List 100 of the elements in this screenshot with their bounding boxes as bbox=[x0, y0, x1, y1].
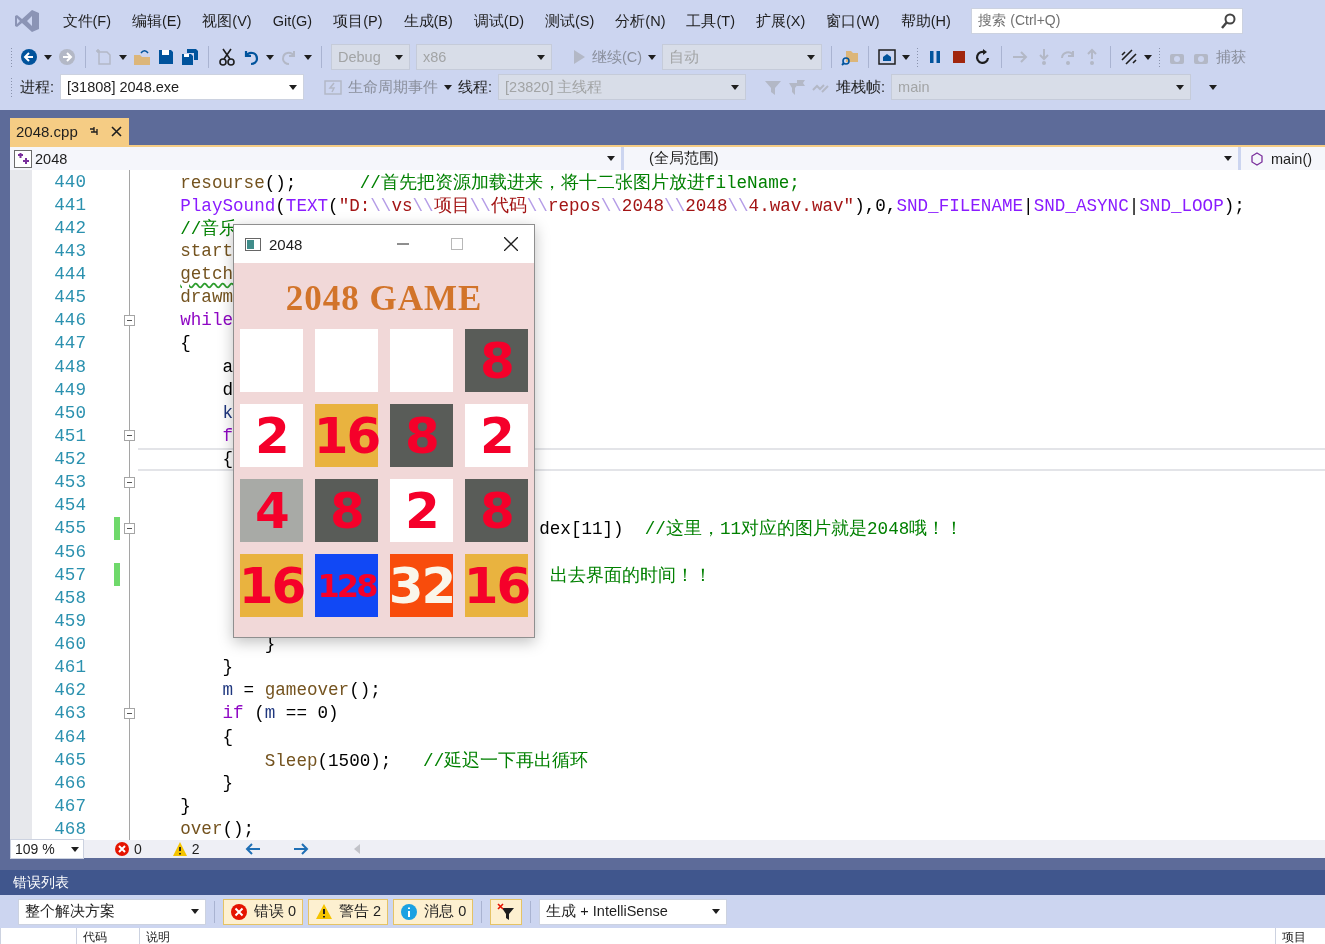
game-title: 2048 GAME bbox=[284, 279, 484, 319]
info-icon bbox=[400, 902, 419, 921]
filter-toggle[interactable]: 消息 0 bbox=[393, 898, 474, 925]
warning-icon bbox=[315, 902, 334, 921]
forward-arrow-icon[interactable] bbox=[291, 841, 310, 857]
maximize-icon bbox=[451, 238, 463, 250]
column-header[interactable]: 项目 bbox=[1275, 928, 1325, 944]
line-number: 444 bbox=[53, 264, 86, 285]
column-header[interactable]: 说明 bbox=[139, 928, 1275, 944]
game-tile: 8 bbox=[465, 479, 528, 542]
document-tab[interactable]: 2048.cpp bbox=[10, 118, 129, 145]
code-line: resourse(); //首先把资源加载进来，将十二张图片放进fileName; bbox=[180, 171, 800, 194]
member-dropdown[interactable]: main() bbox=[1241, 147, 1325, 170]
caret-icon[interactable] bbox=[119, 54, 127, 60]
source-dropdown[interactable]: 生成 + IntelliSense bbox=[539, 898, 728, 925]
class-icon bbox=[14, 149, 32, 168]
menu-item[interactable]: 分析(N) bbox=[604, 11, 676, 31]
save-all-icon[interactable] bbox=[181, 48, 199, 66]
window-home-icon[interactable] bbox=[878, 48, 897, 66]
menu-item[interactable]: 文件(F) bbox=[52, 11, 122, 31]
overflow-icon[interactable] bbox=[1144, 54, 1153, 60]
game-tile: 8 bbox=[465, 329, 528, 392]
line-number: 448 bbox=[53, 356, 86, 377]
search-icon[interactable] bbox=[1220, 13, 1237, 29]
code-line: { bbox=[180, 333, 191, 354]
caret-icon[interactable] bbox=[648, 54, 657, 60]
threads-icon[interactable] bbox=[1120, 48, 1139, 66]
menu-item[interactable]: 项目(P) bbox=[322, 11, 393, 31]
game-tile: 4 bbox=[240, 479, 303, 542]
line-number: 456 bbox=[53, 541, 86, 562]
code-line: PlaySound(TEXT("D:\\vs\\项目\\代码\\repos\\2048\\2048\\4.wav.wav"),0,SND_FILENAME|SND_ASYNC|SND_LOOP); bbox=[180, 194, 1245, 217]
code-line: getch bbox=[180, 264, 234, 285]
caret-icon[interactable] bbox=[444, 84, 453, 90]
line-number: 441 bbox=[53, 194, 86, 215]
code-line: } bbox=[222, 657, 234, 678]
filter-toggle[interactable]: 警告 2 bbox=[308, 898, 389, 925]
panel-title: 错误列表 bbox=[13, 873, 69, 892]
line-number: 440 bbox=[53, 171, 86, 192]
game-tile: 32 bbox=[390, 554, 453, 617]
game-tile: 8 bbox=[390, 404, 453, 467]
window-title: 2048 bbox=[269, 235, 303, 253]
collapse-icon[interactable] bbox=[124, 707, 135, 719]
line-number: 461 bbox=[53, 657, 86, 678]
menu-item[interactable]: 扩展(X) bbox=[745, 11, 816, 31]
code-line: 出去界面的时间！！ bbox=[549, 564, 712, 587]
column-header[interactable]: 代码 bbox=[76, 928, 139, 944]
caret-icon[interactable] bbox=[44, 54, 52, 60]
code-line: } bbox=[180, 795, 191, 816]
collapse-icon[interactable] bbox=[124, 522, 135, 534]
overflow-icon[interactable] bbox=[1209, 84, 1218, 90]
collapse-icon[interactable] bbox=[124, 430, 135, 442]
line-number: 462 bbox=[53, 680, 86, 701]
line-number: 458 bbox=[53, 587, 86, 608]
open-folder-icon[interactable] bbox=[133, 48, 151, 66]
search-field[interactable]: 搜索 (Ctrl+Q) bbox=[971, 8, 1244, 34]
line-number: 445 bbox=[53, 287, 86, 308]
collapse-icon[interactable] bbox=[124, 476, 135, 488]
menu-item[interactable]: 帮助(H) bbox=[890, 11, 962, 31]
menu-item[interactable]: 视图(V) bbox=[191, 11, 263, 31]
menu-item[interactable]: 生成(B) bbox=[393, 11, 464, 31]
caret-icon[interactable] bbox=[71, 846, 79, 852]
close-icon[interactable] bbox=[109, 125, 123, 138]
back-icon[interactable] bbox=[20, 48, 38, 66]
filter-button[interactable] bbox=[490, 898, 523, 925]
close-icon bbox=[504, 237, 518, 251]
scope-dropdown[interactable]: 整个解决方案 bbox=[18, 898, 206, 925]
scissors-icon[interactable] bbox=[218, 48, 236, 66]
caret-icon[interactable] bbox=[304, 54, 312, 60]
caret-icon[interactable] bbox=[607, 156, 615, 161]
save-icon[interactable] bbox=[157, 48, 175, 66]
code-line: { bbox=[222, 726, 234, 747]
caret-icon[interactable] bbox=[266, 54, 274, 60]
line-number: 468 bbox=[53, 819, 86, 840]
line-number: 454 bbox=[53, 495, 86, 516]
back-arrow-icon[interactable] bbox=[243, 841, 262, 857]
collapse-icon[interactable] bbox=[124, 314, 135, 326]
game-tile: 8 bbox=[315, 479, 378, 542]
undo-icon[interactable] bbox=[242, 48, 260, 66]
overflow-icon[interactable] bbox=[902, 54, 911, 60]
app-icon bbox=[245, 236, 261, 252]
scope-dropdown[interactable]: (全局范围) bbox=[624, 147, 1241, 170]
menu-item[interactable]: 编辑(E) bbox=[121, 11, 192, 31]
caret-icon[interactable] bbox=[1224, 156, 1232, 161]
caret-icon[interactable] bbox=[712, 909, 721, 914]
game-tile: 2 bbox=[465, 404, 528, 467]
menu-item[interactable]: 调试(D) bbox=[463, 11, 535, 31]
caret-icon[interactable] bbox=[289, 84, 298, 90]
menu-item[interactable]: Git(G) bbox=[262, 13, 323, 29]
project-dropdown[interactable]: 2048 bbox=[10, 147, 624, 170]
caret-icon[interactable] bbox=[191, 909, 199, 914]
filter-toggle[interactable]: 错误 0 bbox=[223, 898, 304, 925]
game-tile: 2 bbox=[390, 479, 453, 542]
menu-item[interactable]: 窗口(W) bbox=[815, 11, 891, 31]
menu-item[interactable]: 测试(S) bbox=[534, 11, 605, 31]
zoom-dropdown[interactable]: 109 % bbox=[10, 839, 84, 859]
game-tile: 128 bbox=[315, 554, 378, 617]
pin-icon[interactable] bbox=[87, 125, 100, 138]
menu-item[interactable]: 工具(T) bbox=[676, 11, 746, 31]
process-dropdown[interactable]: [31808] 2048.exe bbox=[60, 74, 305, 100]
folder-search-icon[interactable] bbox=[841, 48, 860, 66]
